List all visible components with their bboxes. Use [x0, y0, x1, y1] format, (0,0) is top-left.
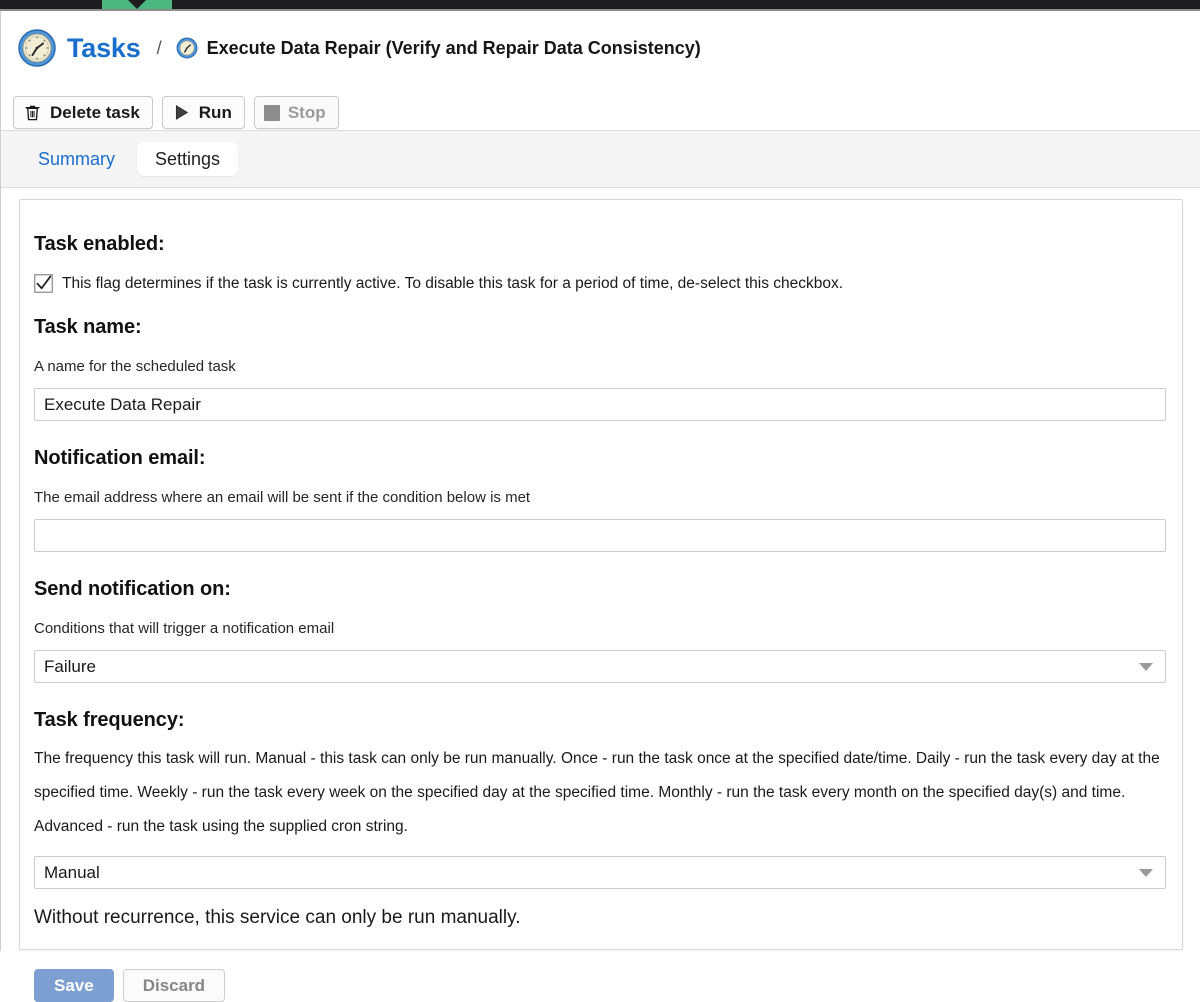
tab-notch-icon — [128, 0, 146, 9]
run-label: Run — [198, 103, 232, 122]
notification-email-hint: The email address where an email will be… — [34, 489, 531, 506]
clock-icon — [18, 29, 56, 67]
task-enabled-description: This flag determines if the task is curr… — [62, 274, 844, 292]
task-frequency-value: Manual — [44, 863, 100, 882]
page-header: Tasks / Execute Data Repair (Verify and … — [1, 11, 1200, 78]
breadcrumb-current-page: Execute Data Repair (Verify and Repair D… — [206, 38, 701, 58]
task-name-input[interactable] — [34, 388, 1166, 421]
play-icon — [175, 105, 188, 120]
chevron-down-icon — [1139, 662, 1153, 671]
task-name-hint: A name for the scheduled task — [34, 358, 236, 375]
task-frequency-description: The frequency this task will run. Manual… — [34, 750, 1160, 835]
task-frequency-note: Without recurrence, this service can onl… — [34, 907, 521, 928]
form-actions: Save Discard — [34, 969, 1168, 1002]
task-enabled-checkbox[interactable] — [34, 274, 53, 293]
task-name-heading: Task name: — [34, 316, 142, 338]
run-button[interactable]: Run — [161, 96, 245, 129]
tab-summary[interactable]: Summary — [20, 142, 133, 176]
task-frequency-heading: Task frequency: — [34, 709, 185, 731]
send-notification-select[interactable]: Failure — [34, 650, 1166, 683]
task-enabled-row[interactable]: This flag determines if the task is curr… — [34, 274, 1168, 293]
send-notification-heading: Send notification on: — [34, 578, 231, 600]
delete-task-label: Delete task — [50, 103, 140, 122]
notification-email-heading: Notification email: — [34, 447, 206, 469]
breadcrumb-separator: / — [156, 37, 162, 58]
stop-button[interactable]: Stop — [253, 96, 339, 129]
task-frequency-select[interactable]: Manual — [34, 856, 1166, 889]
send-notification-hint: Conditions that will trigger a notificat… — [34, 620, 335, 637]
send-notification-value: Failure — [44, 657, 96, 676]
chevron-down-icon — [1139, 868, 1153, 877]
discard-button[interactable]: Discard — [122, 969, 226, 1002]
delete-task-button[interactable]: Delete task — [13, 96, 153, 129]
green-tab-indicator[interactable] — [102, 0, 172, 9]
trash-icon — [25, 105, 40, 121]
breadcrumb: Tasks / Execute Data Repair (Verify and … — [17, 28, 701, 68]
tab-settings[interactable]: Settings — [137, 142, 239, 176]
clock-icon — [176, 37, 198, 59]
save-button[interactable]: Save — [34, 969, 114, 1002]
window-body: Tasks / Execute Data Repair (Verify and … — [0, 11, 1200, 1002]
settings-card: Task enabled: This flag determines if th… — [19, 199, 1183, 1002]
task-enabled-heading: Task enabled: — [34, 233, 165, 255]
notification-email-input[interactable] — [34, 519, 1166, 552]
task-toolbar: Delete task Run Stop — [13, 96, 339, 129]
tab-bar: Summary Settings — [1, 130, 1200, 188]
stop-label: Stop — [287, 103, 326, 122]
stop-square-icon — [263, 104, 280, 121]
browser-top-bar — [0, 0, 1200, 9]
app-root: Tasks / Execute Data Repair (Verify and … — [0, 0, 1200, 1002]
breadcrumb-root-link[interactable]: Tasks — [67, 34, 141, 62]
